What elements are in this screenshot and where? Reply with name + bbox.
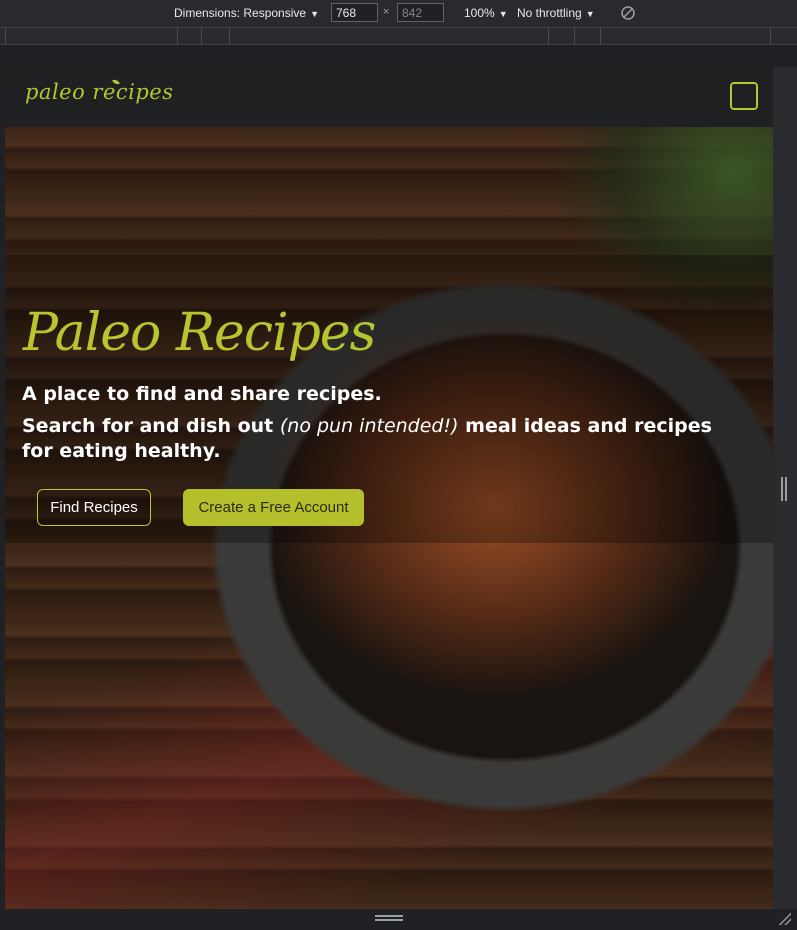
site-header: paleo recipes [5,67,773,128]
zoom-label: 100% [464,6,495,20]
rotate-icon[interactable] [620,5,636,21]
resize-handle-bottom[interactable] [375,915,403,921]
dimensions-dropdown[interactable]: Dimensions: Responsive ▼ [174,6,319,20]
width-input[interactable] [331,3,378,22]
create-account-button[interactable]: Create a Free Account [183,489,364,526]
height-input[interactable] [397,3,444,22]
site-logo[interactable]: paleo recipes [25,80,174,104]
throttling-label: No throttling [517,6,582,20]
hero-section: Paleo Recipes A place to find and share … [5,127,773,909]
zoom-dropdown[interactable]: 100% ▼ [464,6,508,20]
find-recipes-button[interactable]: Find Recipes [37,489,151,526]
throttling-dropdown[interactable]: No throttling ▼ [517,6,595,20]
hero-title: Paleo Recipes [23,303,376,363]
caret-down-icon: ▼ [585,9,595,19]
hero-tagline: A place to find and share recipes. [22,383,382,405]
dimensions-label: Dimensions: Responsive [174,6,307,20]
dimension-separator: × [383,6,390,18]
caret-down-icon: ▼ [498,9,508,19]
resize-handle-corner[interactable] [777,911,791,925]
hero-description-prefix: Search for and dish out [22,415,280,437]
emulated-viewport: paleo recipes Paleo Recipes A place to f… [5,67,773,909]
resize-handle-right[interactable] [781,477,787,501]
hero-description-emphasis: (no pun intended!) [279,415,459,437]
caret-down-icon: ▼ [310,9,319,19]
menu-toggle-button[interactable] [730,82,758,110]
media-query-ruler [0,28,797,45]
device-toolbar: Dimensions: Responsive▼ × 100%▼ No throt… [0,0,797,28]
hero-description: Search for and dish out (no pun intended… [22,414,742,464]
